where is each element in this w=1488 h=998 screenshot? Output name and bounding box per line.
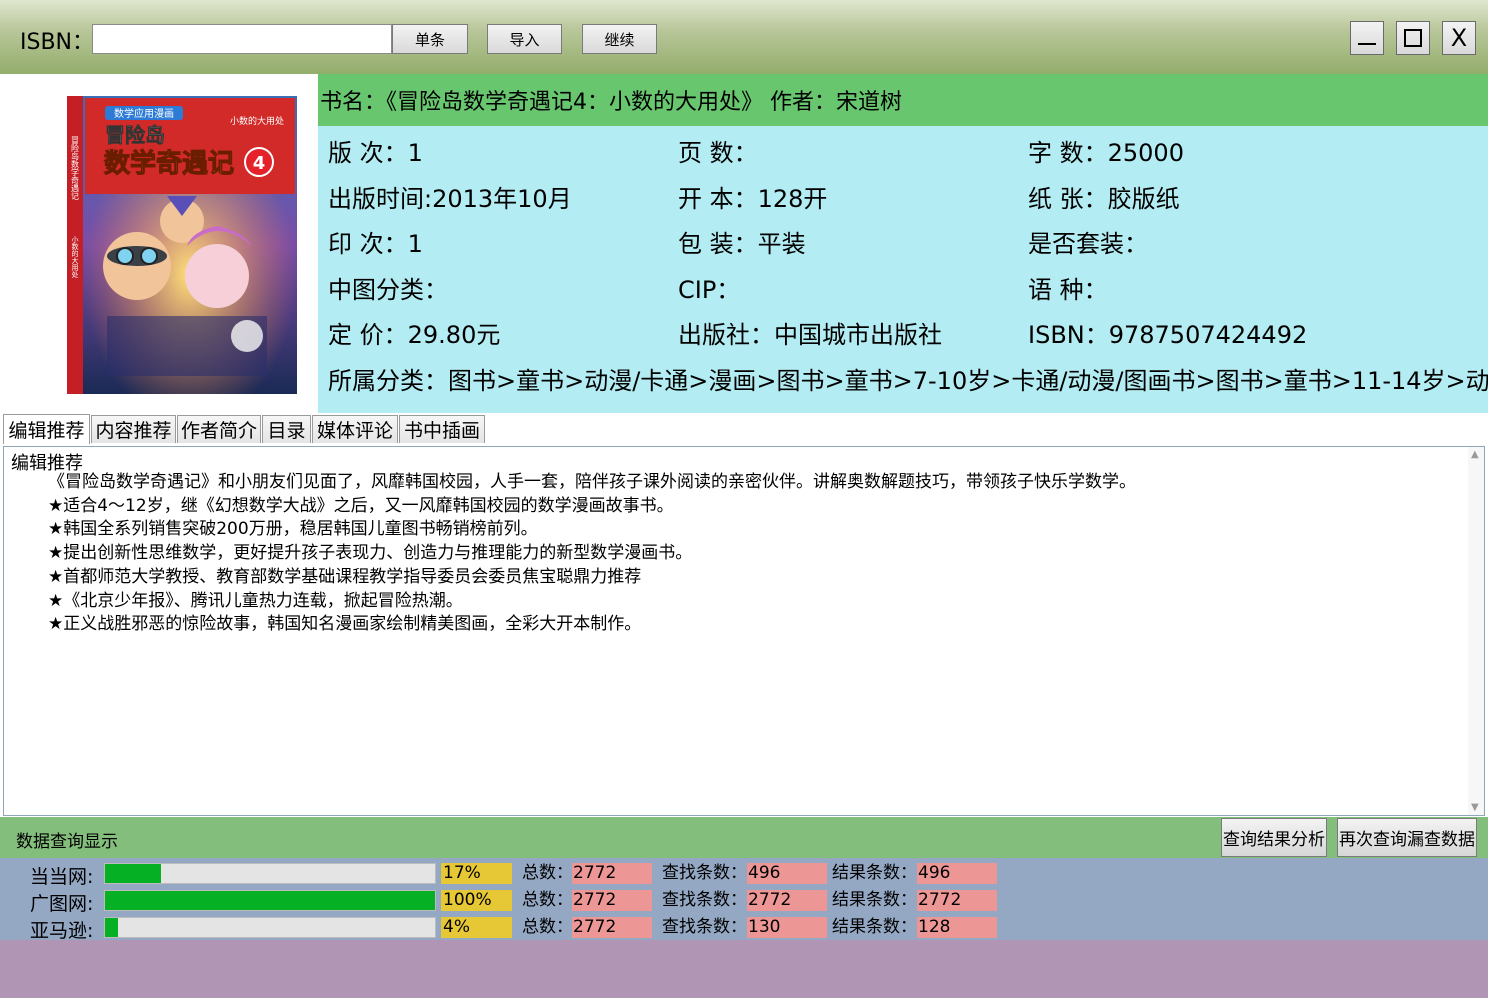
book-cover-image: 数学应用漫画 冒险岛 数学奇遇记 4 小数的大用处 冒险岛数学奇遇记 小数的大用… — [67, 96, 297, 394]
tab-author-intro[interactable]: 作者简介 — [177, 415, 261, 443]
total-label: 总数： — [522, 863, 573, 883]
cover-title-line1: 冒险岛 — [105, 123, 165, 147]
content-line: ★首都师范大学教授、教育部数学基础课程教学指导委员会委员焦宝聪鼎力推荐 — [48, 566, 642, 587]
content-line: ★适合4～12岁，继《幻想数学大战》之后，又一风靡韩国校园的数学漫画故事书。 — [48, 495, 674, 516]
scroll-down-icon[interactable]: ▼ — [1471, 802, 1479, 813]
info-price: 定 价：29.80元 — [328, 321, 501, 349]
maximize-icon — [1404, 29, 1422, 47]
cover-title-line2: 数学奇遇记 — [104, 148, 234, 179]
total-label: 总数： — [522, 917, 573, 937]
progress-area: 当当网: 17% 总数： 2772 查找条数： 496 结果条数： 496 广图… — [0, 858, 1488, 942]
analyze-results-button[interactable]: 查询结果分析 — [1221, 818, 1327, 857]
content-line: ★正义战胜邪恶的惊险故事，韩国知名漫画家绘制精美图画，全彩大开本制作。 — [48, 614, 642, 635]
progress-row: 广图网: 100% 总数： 2772 查找条数： 2772 结果条数： 2772 — [0, 888, 1000, 915]
result-label: 结果条数： — [832, 863, 917, 883]
found-value: 2772 — [747, 890, 827, 911]
close-button[interactable]: X — [1442, 21, 1476, 55]
total-value: 2772 — [572, 890, 652, 911]
info-clc: 中图分类： — [328, 276, 448, 304]
result-value: 128 — [917, 917, 997, 938]
import-button[interactable]: 导入 — [487, 24, 562, 54]
book-title-bar: 书名：《冒险岛数学奇遇记4：小数的大用处》 作者：宋道树 — [318, 74, 1488, 126]
scroll-up-icon[interactable]: ▲ — [1471, 449, 1479, 460]
info-binding: 包 装：平装 — [678, 230, 806, 258]
info-printing: 印 次：1 — [328, 230, 423, 258]
result-label: 结果条数： — [832, 890, 917, 910]
info-edition: 版 次：1 — [328, 139, 423, 167]
total-value: 2772 — [572, 917, 652, 938]
found-label: 查找条数： — [662, 863, 747, 883]
info-isbn: ISBN：9787507424492 — [1028, 321, 1308, 349]
maximize-button[interactable] — [1396, 21, 1430, 55]
info-language: 语 种： — [1028, 276, 1108, 304]
tab-toc[interactable]: 目录 — [262, 415, 311, 443]
info-is-set: 是否套装： — [1028, 230, 1148, 258]
progress-fill — [105, 891, 435, 910]
continue-button[interactable]: 继续 — [582, 24, 657, 54]
progress-fill — [105, 918, 119, 937]
source-label: 亚马逊: — [30, 920, 94, 942]
bottom-band — [0, 940, 1488, 998]
isbn-label: ISBN： — [20, 30, 95, 55]
content-textbox[interactable]: 编辑推荐 《冒险岛数学奇遇记》和小朋友们见面了，风靡韩国校园，人手一套，陪伴孩子… — [3, 446, 1485, 816]
cover-subtitle: 小数的大用处 — [230, 115, 284, 127]
total-value: 2772 — [572, 863, 652, 884]
content-line: 《冒险岛数学奇遇记》和小朋友们见面了，风靡韩国校园，人手一套，陪伴孩子课外阅读的… — [48, 472, 1136, 492]
info-pages: 页 数： — [678, 139, 758, 167]
progress-percent: 100% — [441, 890, 512, 911]
info-category: 所属分类：图书>童书>动漫/卡通>漫画>图书>童书>7-10岁>卡通/动漫/图画… — [328, 367, 1488, 395]
total-label: 总数： — [522, 890, 573, 910]
minimize-icon — [1358, 43, 1376, 45]
content-line: ★韩国全系列销售突破200万册，稳居韩国儿童图书畅销榜前列。 — [48, 519, 538, 540]
progress-percent: 17% — [441, 863, 512, 884]
info-paper: 纸 张：胶版纸 — [1028, 185, 1180, 213]
detail-tabs: 编辑推荐 内容推荐 作者简介 目录 媒体评论 书中插画 — [0, 414, 1488, 444]
source-label: 广图网: — [30, 893, 94, 915]
cover-spine-sub: 小数的大用处 — [71, 235, 79, 279]
cover-series-tag: 数学应用漫画 — [114, 107, 174, 120]
found-value: 130 — [747, 917, 827, 938]
book-info-grid: 版 次：1 页 数： 字 数：25000 出版时间:2013年10月 开 本：1… — [318, 126, 1488, 413]
progress-fill — [105, 864, 162, 883]
info-publisher: 出版社：中国城市出版社 — [678, 321, 942, 349]
result-label: 结果条数： — [832, 917, 917, 937]
progress-percent: 4% — [441, 917, 512, 938]
requery-missing-button[interactable]: 再次查询漏查数据 — [1337, 818, 1477, 857]
tab-illustrations[interactable]: 书中插画 — [399, 415, 485, 443]
isbn-input[interactable] — [92, 24, 392, 54]
progress-bar — [104, 863, 436, 884]
tab-editor-recommendation[interactable]: 编辑推荐 — [3, 414, 90, 444]
content-line: ★提出创新性思维数学，更好提升孩子表现力、创造力与推理能力的新型数学漫画书。 — [48, 543, 693, 564]
book-title-text: 书名：《冒险岛数学奇遇记4：小数的大用处》 作者：宋道树 — [320, 90, 902, 115]
result-value: 2772 — [917, 890, 997, 911]
tab-content-recommendation[interactable]: 内容推荐 — [91, 415, 176, 443]
content-lines: 《冒险岛数学奇遇记》和小朋友们见面了，风靡韩国校园，人手一套，陪伴孩子课外阅读的… — [48, 471, 1136, 637]
minimize-button[interactable] — [1350, 21, 1384, 55]
single-button[interactable]: 单条 — [392, 24, 468, 54]
info-publish-date: 出版时间:2013年10月 — [328, 185, 572, 213]
progress-bar — [104, 917, 436, 938]
info-format: 开 本：128开 — [678, 185, 828, 213]
source-label: 当当网: — [30, 866, 94, 888]
progress-row: 当当网: 17% 总数： 2772 查找条数： 496 结果条数： 496 — [0, 861, 1000, 888]
found-label: 查找条数： — [662, 917, 747, 937]
content-scrollbar[interactable]: ▲ ▼ — [1468, 447, 1484, 815]
found-value: 496 — [747, 863, 827, 884]
progress-bar — [104, 890, 436, 911]
cover-volume: 4 — [253, 153, 266, 174]
result-value: 496 — [917, 863, 997, 884]
content-line: ★《北京少年报》、腾讯儿童热力连载，掀起冒险热潮。 — [48, 590, 463, 611]
info-cip: CIP： — [678, 276, 741, 304]
info-word-count: 字 数：25000 — [1028, 139, 1184, 167]
found-label: 查找条数： — [662, 890, 747, 910]
status-text: 数据查询显示 — [16, 832, 118, 852]
cover-spine-text: 冒险岛数学奇遇记 — [71, 136, 80, 200]
tab-media-reviews[interactable]: 媒体评论 — [312, 415, 398, 443]
progress-row: 亚马逊: 4% 总数： 2772 查找条数： 130 结果条数： 128 — [0, 915, 1000, 942]
